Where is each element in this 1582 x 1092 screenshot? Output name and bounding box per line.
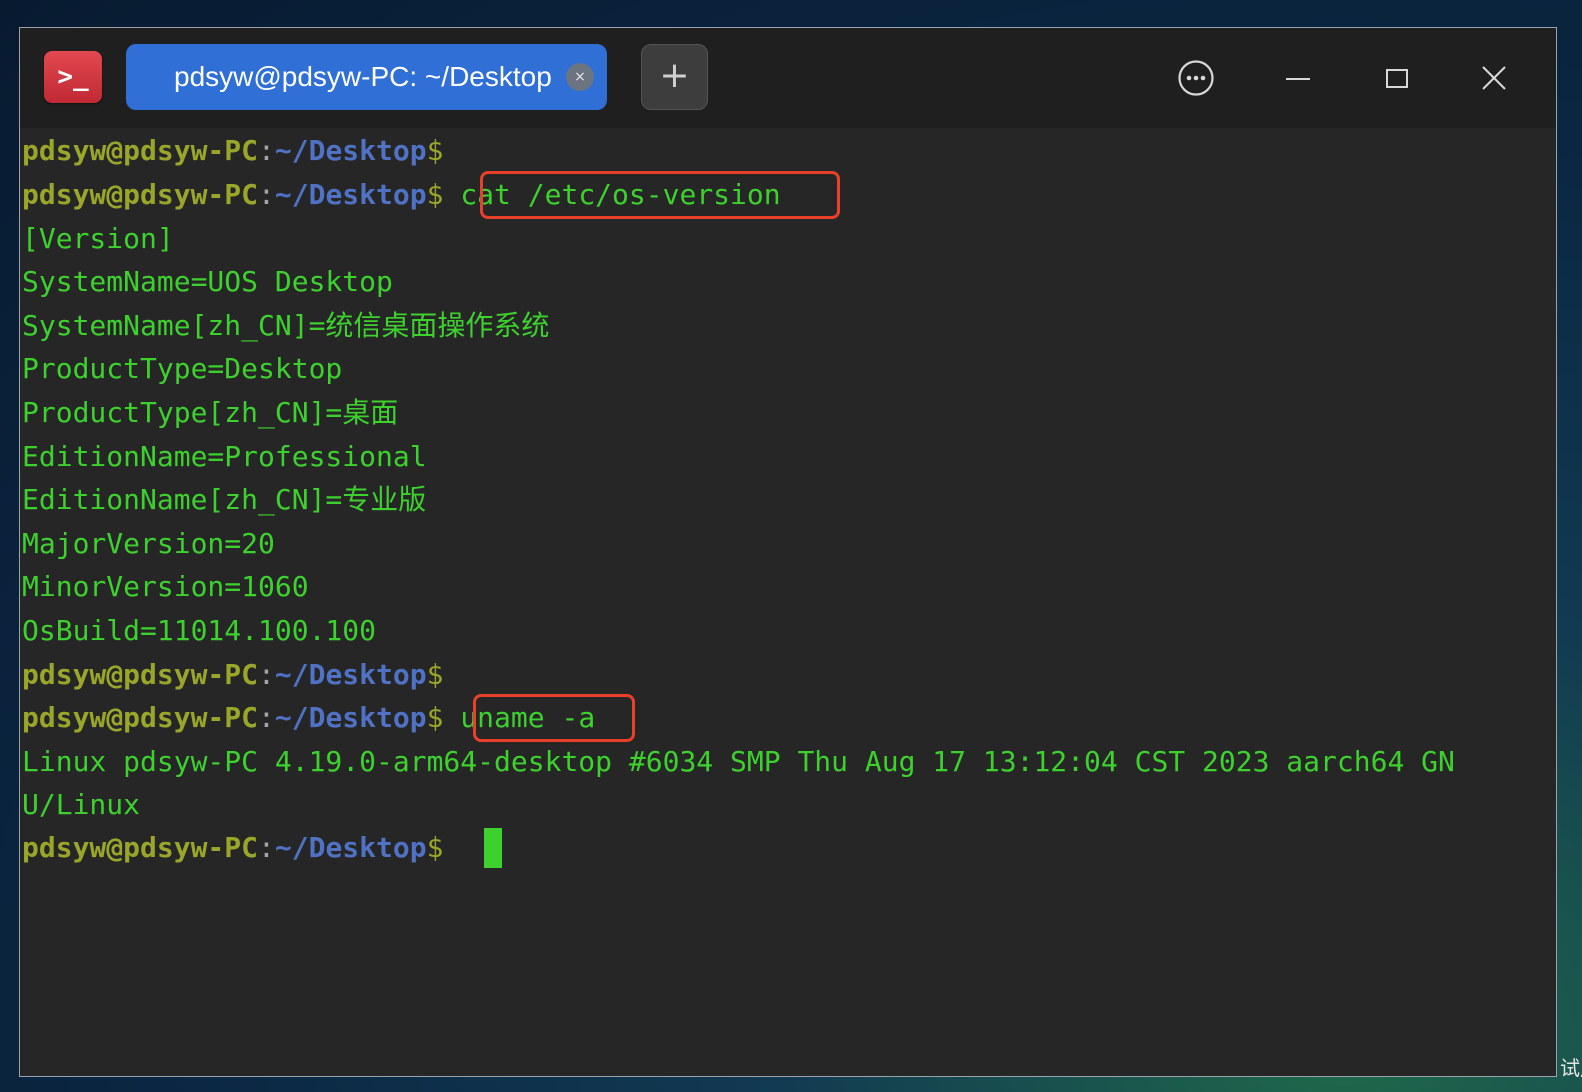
output-line: OsBuild=11014.100.100: [22, 614, 377, 647]
maximize-icon: [1386, 69, 1408, 88]
output-line: SystemName[zh_CN]=统信桌面操作系统: [22, 309, 550, 342]
highlight-box: [480, 171, 840, 219]
output-line: [Version]: [22, 222, 174, 255]
output-line: MinorVersion=1060: [22, 570, 309, 603]
output-line: SystemName=UOS Desktop: [22, 265, 393, 298]
desktop-watermark-text: 试用: [1560, 1056, 1582, 1078]
minimize-icon: [1286, 78, 1310, 80]
output-line: Linux pdsyw-PC 4.19.0-arm64-desktop #603…: [22, 745, 1455, 778]
more-options-icon: [1178, 60, 1214, 96]
highlight-box: [473, 694, 635, 742]
close-icon: [1482, 66, 1506, 90]
minimize-button[interactable]: [1276, 56, 1320, 100]
prompt-line: pdsyw@pdsyw-PC:~/Desktop$: [22, 658, 461, 691]
output-line: U/Linux: [22, 788, 141, 821]
add-tab-button[interactable]: +: [641, 44, 708, 110]
close-window-button[interactable]: [1472, 56, 1516, 100]
output-line: ProductType=Desktop: [22, 352, 343, 385]
output-line: EditionName[zh_CN]=专业版: [22, 483, 427, 516]
prompt-line: pdsyw@pdsyw-PC:~/Desktop$: [22, 134, 461, 167]
output-line: ProductType[zh_CN]=桌面: [22, 396, 399, 429]
terminal-content[interactable]: pdsyw@pdsyw-PC:~/Desktop$ pdsyw@pdsyw-PC…: [20, 128, 1556, 1076]
output-line: MajorVersion=20: [22, 527, 275, 560]
tab-terminal[interactable]: pdsyw@pdsyw-PC: ~/Desktop ×: [126, 44, 607, 110]
output-line: EditionName=Professional: [22, 440, 427, 473]
maximize-button[interactable]: [1375, 56, 1419, 100]
tab-title: pdsyw@pdsyw-PC: ~/Desktop: [174, 61, 552, 92]
terminal-app-icon: >_: [44, 51, 102, 103]
text-cursor: [484, 828, 502, 868]
menu-button[interactable]: [1174, 56, 1218, 100]
tab-close-icon[interactable]: ×: [566, 63, 594, 91]
prompt-line: pdsyw@pdsyw-PC:~/Desktop$: [22, 831, 461, 864]
terminal-window: >_ pdsyw@pdsyw-PC: ~/Desktop × + pdsyw@p…: [19, 27, 1557, 1077]
title-bar: >_ pdsyw@pdsyw-PC: ~/Desktop × +: [20, 28, 1556, 128]
